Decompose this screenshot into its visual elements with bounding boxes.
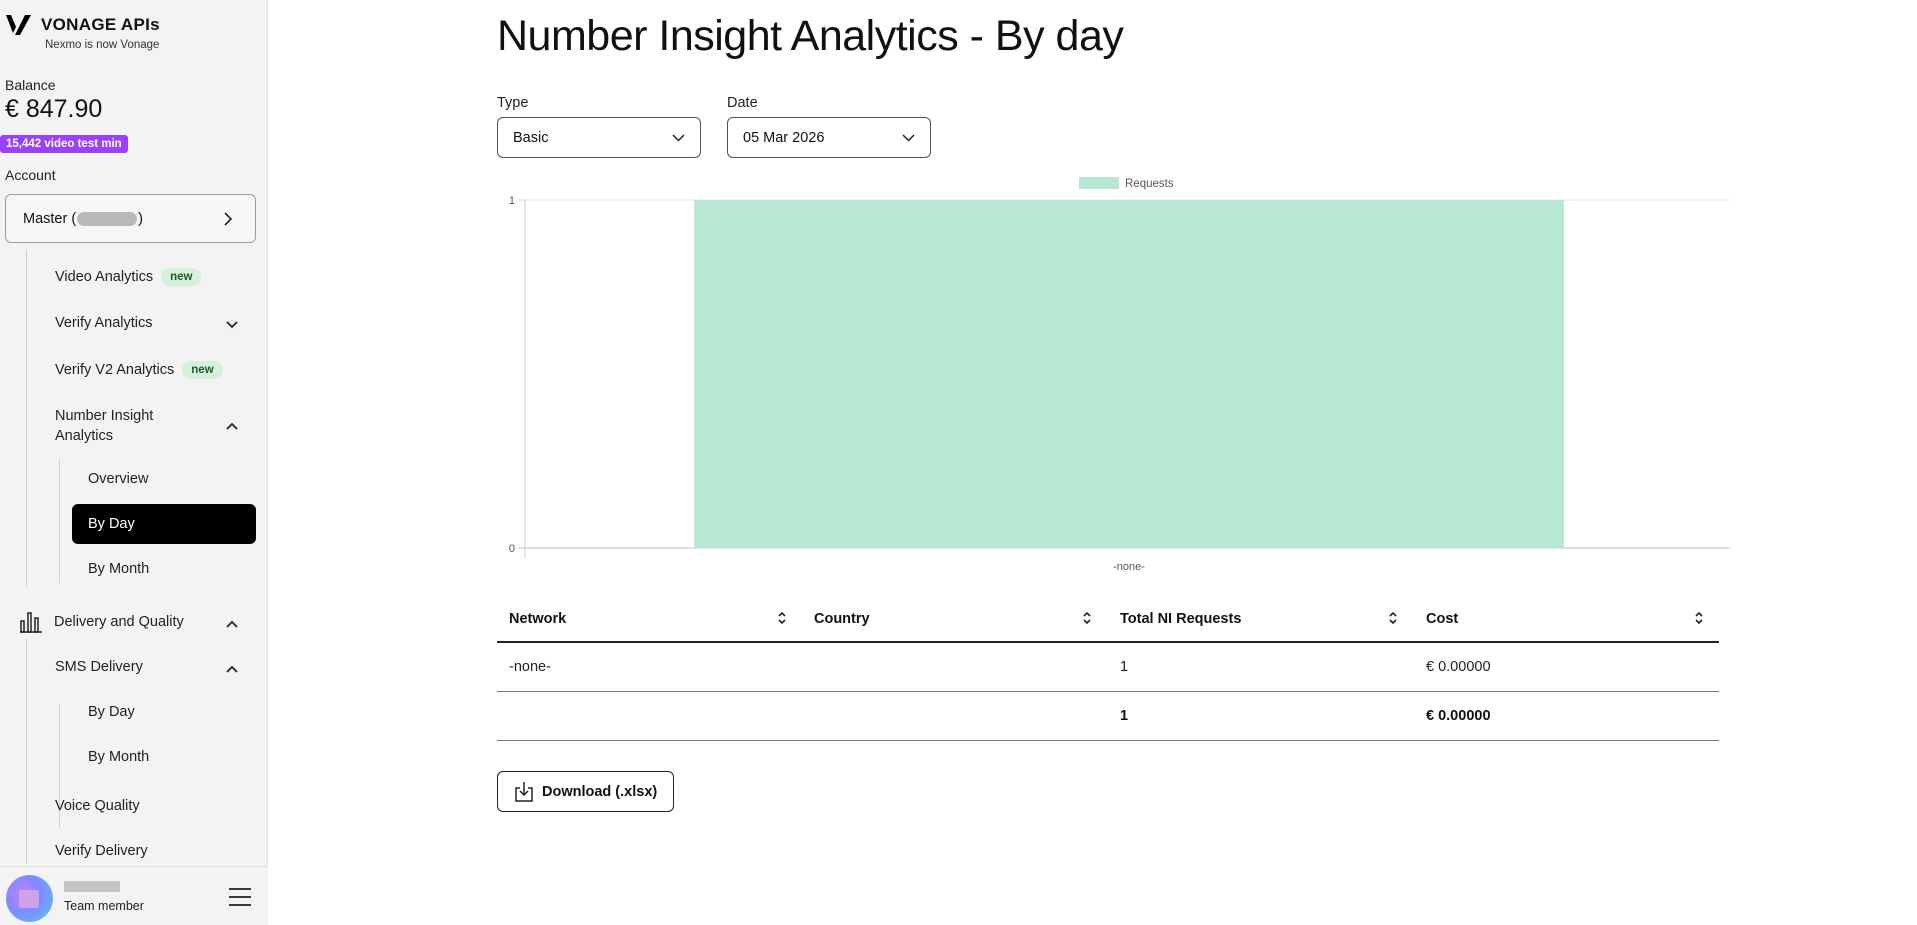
th-total-ni-requests[interactable]: Total NI Requests xyxy=(1120,611,1241,627)
page-title: Number Insight Analytics - By day xyxy=(497,12,1124,60)
nav-sms-by-month[interactable]: By Month xyxy=(88,749,149,765)
table-header-row: Network Country Total NI Requests Cost xyxy=(497,596,1719,643)
brand[interactable]: VONAGE APIs xyxy=(5,13,160,37)
nav-tree-line xyxy=(26,639,27,864)
download-label: Download (.xlsx) xyxy=(542,783,658,800)
nav-verify-analytics[interactable]: Verify Analytics xyxy=(55,315,153,331)
sort-icon[interactable] xyxy=(1694,610,1704,626)
nav-sms-delivery[interactable]: SMS Delivery xyxy=(55,659,143,675)
chevron-up-icon[interactable] xyxy=(225,619,239,629)
sort-icon[interactable] xyxy=(777,610,787,626)
nav-verify-analytics-label: Verify Analytics xyxy=(55,315,153,331)
nav-verify-v2-label: Verify V2 Analytics xyxy=(55,361,175,378)
chevron-up-icon[interactable] xyxy=(225,421,239,431)
balance-value: € 847.90 xyxy=(5,95,103,123)
video-test-min-badge: 15,442 video test min xyxy=(0,135,128,153)
nav-ni-overview[interactable]: Overview xyxy=(88,471,148,487)
requests-bar-chart: 0 1 -none- Requests xyxy=(509,177,1730,573)
brand-subtitle: Nexmo is now Vonage xyxy=(45,39,160,51)
user-bar: Team member xyxy=(0,866,268,925)
legend-swatch xyxy=(1079,177,1119,189)
date-select-value: 05 Mar 2026 xyxy=(743,130,825,146)
account-label: Account xyxy=(5,167,56,183)
vonage-logo-icon xyxy=(6,15,31,35)
cell-network: -none- xyxy=(509,659,551,675)
account-selector[interactable]: Master ( ) xyxy=(5,194,256,243)
th-country[interactable]: Country xyxy=(814,611,870,627)
nav-delivery-and-quality[interactable]: Delivery and Quality xyxy=(54,614,184,630)
nav-menu[interactable]: Video Analytics new Verify Analytics Veri… xyxy=(0,250,268,864)
account-prefix: Master ( xyxy=(23,210,77,227)
type-label: Type xyxy=(497,95,529,111)
date-label: Date xyxy=(727,95,758,111)
table-row: -none- 1 € 0.00000 xyxy=(497,643,1719,692)
legend-label: Requests xyxy=(1125,178,1174,190)
nav-ni-by-month[interactable]: By Month xyxy=(88,561,149,577)
nav-subtree-line xyxy=(59,459,60,583)
new-tag: new xyxy=(182,361,223,379)
chevron-up-icon[interactable] xyxy=(225,664,239,674)
sort-icon[interactable] xyxy=(1082,610,1092,626)
chevron-down-icon[interactable] xyxy=(225,320,239,330)
new-tag: new xyxy=(161,268,202,286)
cell-cost: € 0.00000 xyxy=(1426,659,1491,675)
type-select-value: Basic xyxy=(513,130,549,146)
total-cost: € 0.00000 xyxy=(1426,708,1491,724)
account-suffix: ) xyxy=(138,210,144,227)
nav-number-insight-label-1: Number Insight xyxy=(55,408,154,424)
y-tick-label: 1 xyxy=(509,195,515,207)
total-requests: 1 xyxy=(1120,708,1129,724)
avatar[interactable] xyxy=(6,875,53,922)
download-xlsx-button[interactable]: Download (.xlsx) xyxy=(497,771,674,812)
th-cost[interactable]: Cost xyxy=(1426,611,1458,627)
x-tick-label: -none- xyxy=(1113,561,1145,573)
balance-label: Balance xyxy=(5,77,56,93)
chevron-down-icon xyxy=(902,134,915,142)
cell-total-requests: 1 xyxy=(1120,659,1129,675)
nav-tree-line xyxy=(26,250,27,587)
nav-number-insight-label-2: Analytics xyxy=(55,428,114,444)
chevron-down-icon xyxy=(672,134,685,142)
nav-sms-by-day[interactable]: By Day xyxy=(88,704,135,720)
bar-requests xyxy=(694,200,1564,548)
nav-video-analytics[interactable]: Video Analytics new xyxy=(55,268,202,286)
redacted-user-name xyxy=(64,881,120,892)
nav-number-insight-analytics[interactable]: Number Insight Analytics xyxy=(55,406,153,446)
y-tick-label: 0 xyxy=(509,543,515,555)
th-network[interactable]: Network xyxy=(509,611,566,627)
table-totals-row: 1 € 0.00000 xyxy=(497,692,1719,741)
nav-verify-v2-analytics[interactable]: Verify V2 Analytics new xyxy=(55,361,223,379)
nav-ni-by-day[interactable]: By Day xyxy=(72,504,256,544)
chevron-right-icon xyxy=(224,212,233,226)
date-select[interactable]: 05 Mar 2026 xyxy=(727,117,931,158)
nav-voice-quality[interactable]: Voice Quality xyxy=(55,798,140,814)
sort-icon[interactable] xyxy=(1388,610,1398,626)
user-role: Team member xyxy=(64,899,144,913)
download-icon xyxy=(515,782,533,802)
sidebar: VONAGE APIs Nexmo is now Vonage Balance … xyxy=(0,0,268,925)
hamburger-menu-icon[interactable] xyxy=(228,886,252,908)
brand-name: VONAGE APIs xyxy=(41,15,160,34)
type-select[interactable]: Basic xyxy=(497,117,701,158)
redacted-account-id xyxy=(77,211,138,226)
nav-verify-delivery[interactable]: Verify Delivery xyxy=(55,843,148,859)
bar-chart-icon xyxy=(20,612,42,633)
nav-video-analytics-label: Video Analytics xyxy=(55,268,154,285)
